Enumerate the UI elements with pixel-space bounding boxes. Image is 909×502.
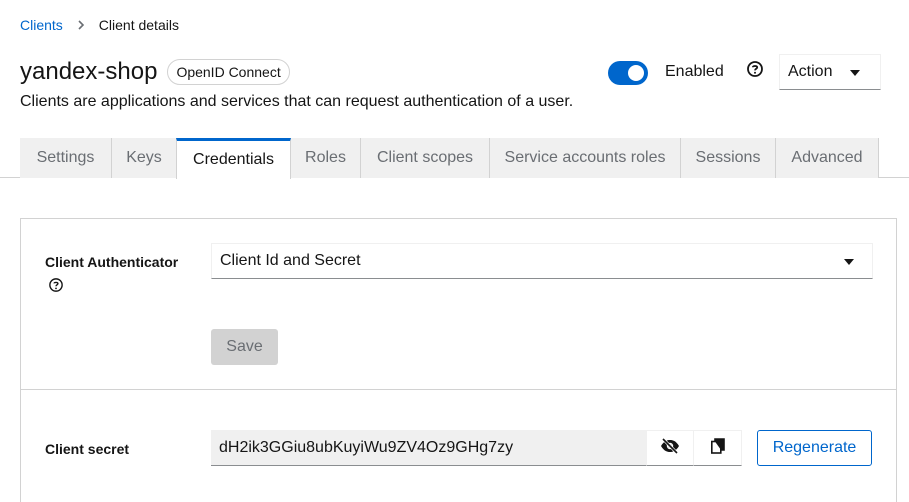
tab-keys[interactable]: Keys bbox=[112, 138, 177, 178]
client-authenticator-select[interactable]: Client Id and Secret bbox=[211, 243, 873, 279]
chevron-right-icon bbox=[77, 20, 85, 30]
eye-slash-icon bbox=[660, 437, 680, 459]
tab-service-accounts-roles[interactable]: Service accounts roles bbox=[490, 138, 681, 178]
action-dropdown-label: Action bbox=[788, 63, 833, 80]
breadcrumb-current: Client details bbox=[98, 17, 179, 33]
page-title: yandex-shop bbox=[20, 58, 158, 85]
section-divider bbox=[21, 389, 896, 390]
page-header: yandex-shop OpenID Connect bbox=[20, 58, 290, 86]
regenerate-button[interactable]: Regenerate bbox=[757, 430, 872, 466]
tab-bar: Settings Keys Credentials Roles Client s… bbox=[0, 138, 909, 179]
toggle-secret-visibility-button[interactable] bbox=[646, 430, 694, 466]
page-subtitle: Clients are applications and services th… bbox=[20, 93, 574, 110]
tab-client-scopes[interactable]: Client scopes bbox=[361, 138, 490, 178]
enabled-label: Enabled bbox=[665, 63, 724, 80]
tab-roles[interactable]: Roles bbox=[291, 138, 361, 178]
caret-down-icon bbox=[844, 259, 854, 265]
question-circle-icon[interactable] bbox=[746, 60, 764, 78]
toggle-knob bbox=[628, 65, 644, 81]
action-dropdown[interactable]: Action bbox=[779, 54, 881, 90]
tab-advanced[interactable]: Advanced bbox=[776, 138, 879, 178]
breadcrumb-clients-link[interactable]: Clients bbox=[20, 17, 63, 33]
client-authenticator-value: Client Id and Secret bbox=[220, 252, 361, 269]
credentials-panel: Client Authenticator Client Id and Secre… bbox=[20, 218, 897, 502]
client-secret-label: Client secret bbox=[45, 441, 130, 457]
copy-secret-button[interactable] bbox=[693, 430, 742, 466]
copy-icon bbox=[710, 437, 725, 459]
save-button[interactable]: Save bbox=[211, 329, 278, 365]
client-authenticator-label: Client Authenticator bbox=[45, 254, 179, 270]
caret-down-icon bbox=[850, 70, 860, 76]
protocol-badge: OpenID Connect bbox=[167, 59, 290, 85]
tab-settings[interactable]: Settings bbox=[20, 138, 112, 178]
enabled-toggle[interactable] bbox=[608, 61, 648, 85]
breadcrumb: Clients Client details bbox=[20, 17, 179, 33]
tab-credentials[interactable]: Credentials bbox=[176, 138, 291, 179]
client-secret-field[interactable]: dH2ik3GGiu8ubKuyiWu9ZV4Oz9GHg7zy bbox=[211, 430, 646, 466]
tab-sessions[interactable]: Sessions bbox=[681, 138, 776, 178]
question-circle-icon[interactable] bbox=[48, 277, 64, 293]
